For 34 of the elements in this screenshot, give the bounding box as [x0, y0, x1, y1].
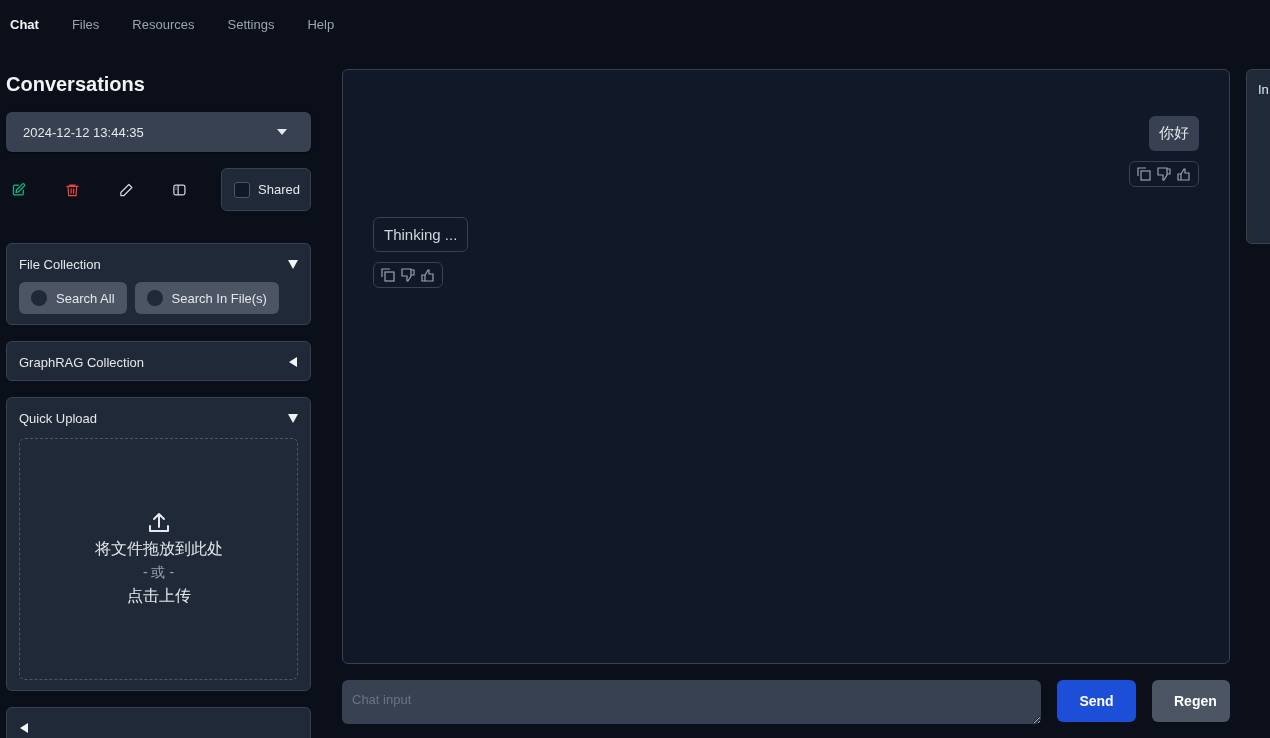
copy-icon[interactable] — [1136, 166, 1152, 182]
conversation-dropdown[interactable]: 2024-12-12 13:44:35 — [6, 112, 311, 152]
nav-tab[interactable]: Help — [307, 17, 335, 50]
nav-tab[interactable]: Chat — [10, 17, 39, 50]
radio-option[interactable]: Search All — [19, 282, 127, 314]
nav-tab[interactable]: Resources — [132, 17, 195, 50]
thumbs-up-icon[interactable] — [1176, 166, 1192, 182]
upload-icon — [146, 511, 171, 535]
triangle-left-icon[interactable] — [19, 723, 29, 733]
thumbs-down-icon[interactable] — [400, 267, 416, 283]
send-button[interactable]: Send — [1057, 680, 1136, 722]
panel-title[interactable]: Quick Upload — [19, 410, 98, 426]
or-text: - 或 - — [142, 564, 175, 582]
info-panel-title: In — [1258, 82, 1269, 97]
triangle-down-icon[interactable] — [288, 413, 298, 423]
regen-button[interactable]: Regen — [1152, 680, 1230, 722]
message-bubble: Thinking ... — [373, 217, 469, 252]
drop-text: 将文件拖放到此处 — [94, 539, 223, 559]
triangle-down-icon[interactable] — [288, 259, 298, 269]
panel-title[interactable]: GraphRAG Collection — [19, 354, 144, 370]
nav-tab[interactable]: Settings — [227, 17, 275, 50]
panel-title[interactable]: File Collection — [19, 256, 101, 272]
click-upload-text: 点击上传 — [126, 586, 191, 606]
radio-option[interactable]: Search In File(s) — [134, 282, 279, 314]
triangle-left-icon[interactable] — [288, 357, 298, 367]
upload-dropzone[interactable]: 将文件拖放到此处 - 或 - 点击上传 — [19, 438, 298, 680]
nav-tab[interactable]: Files — [71, 17, 100, 50]
copy-icon[interactable] — [380, 267, 396, 283]
thumbs-down-icon[interactable] — [1156, 166, 1172, 182]
shared-checkbox[interactable]: Shared — [221, 168, 311, 211]
thumbs-up-icon[interactable] — [420, 267, 436, 283]
sidebar-title: Conversations — [6, 72, 146, 96]
caret-icon — [277, 129, 287, 135]
message-bubble: 你好 — [1149, 116, 1199, 151]
